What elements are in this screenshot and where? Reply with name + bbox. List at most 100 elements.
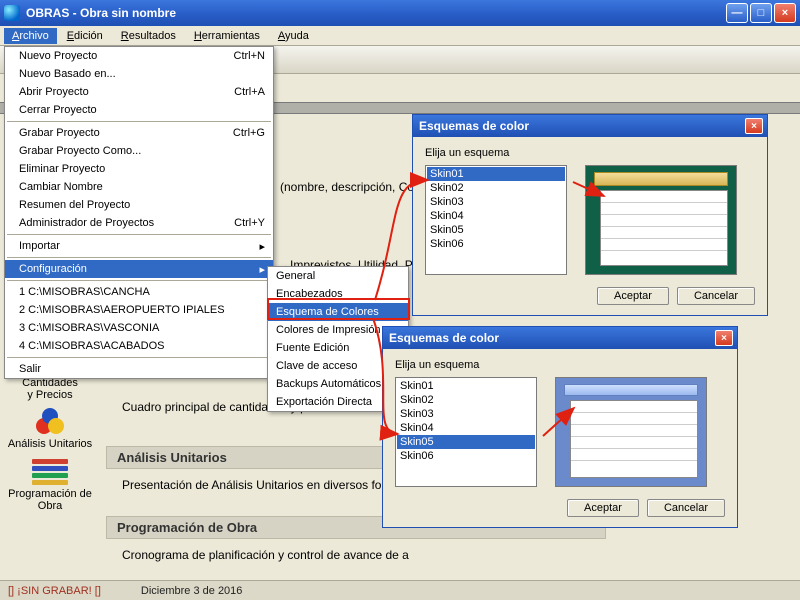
menu-herramientas[interactable]: Herramientas bbox=[186, 28, 268, 44]
scheme-option[interactable]: Skin01 bbox=[427, 167, 565, 181]
scheme-option[interactable]: Skin05 bbox=[427, 223, 565, 237]
menu-shortcut: Ctrl+Y bbox=[234, 217, 265, 229]
status-warning: [] ¡SIN GRABAR! [] bbox=[8, 585, 101, 597]
scheme-preview bbox=[555, 377, 707, 487]
scheme-option[interactable]: Skin04 bbox=[427, 209, 565, 223]
menu-item[interactable]: Administrador de ProyectosCtrl+Y bbox=[5, 214, 273, 232]
menu-item-label: Abrir Proyecto bbox=[19, 86, 234, 98]
dialog-title: Esquemas de color bbox=[417, 119, 745, 133]
dialog-title: Esquemas de color bbox=[387, 331, 715, 345]
menu-item[interactable]: 2 C:\MISOBRAS\AEROPUERTO IPIALES bbox=[5, 301, 273, 319]
balls-icon bbox=[32, 408, 68, 436]
scheme-option[interactable]: Skin02 bbox=[427, 181, 565, 195]
scheme-preview bbox=[585, 165, 737, 275]
menu-ayuda[interactable]: Ayuda bbox=[270, 28, 317, 44]
menu-item[interactable]: Grabar ProyectoCtrl+G bbox=[5, 124, 273, 142]
color-scheme-dialog-2: Esquemas de color × Elija un esquema Ski… bbox=[382, 326, 738, 528]
menu-item[interactable]: Nuevo ProyectoCtrl+N bbox=[5, 47, 273, 65]
dialog-titlebar: Esquemas de color × bbox=[383, 327, 737, 349]
status-bar: [] ¡SIN GRABAR! [] Diciembre 3 de 2016 bbox=[0, 580, 800, 600]
menu-item-label: 2 C:\MISOBRAS\AEROPUERTO IPIALES bbox=[19, 304, 265, 316]
menu-item[interactable]: Configuración▸ bbox=[5, 260, 273, 278]
menu-item[interactable]: Cambiar Nombre bbox=[5, 178, 273, 196]
section-body: Cronograma de planificación y control de… bbox=[122, 548, 409, 562]
scheme-listbox[interactable]: Skin01Skin02Skin03Skin04Skin05Skin06 bbox=[395, 377, 537, 487]
menu-item[interactable]: Nuevo Basado en... bbox=[5, 65, 273, 83]
menu-item-label: Salir bbox=[19, 363, 265, 375]
scheme-option[interactable]: Skin04 bbox=[397, 421, 535, 435]
menu-edición[interactable]: Edición bbox=[59, 28, 111, 44]
menu-item-label: Importar bbox=[19, 240, 259, 252]
menu-item-label: Configuración bbox=[19, 263, 259, 275]
menu-separator bbox=[7, 357, 271, 358]
window-title: OBRAS - Obra sin nombre bbox=[26, 6, 726, 20]
accept-button[interactable]: Aceptar bbox=[567, 499, 639, 517]
menu-item-label: Nuevo Basado en... bbox=[19, 68, 265, 80]
submenu-arrow-icon: ▸ bbox=[259, 263, 265, 276]
sidebar-item-analisis[interactable]: Análisis Unitarios bbox=[2, 406, 98, 456]
submenu-item[interactable]: Encabezados bbox=[268, 285, 408, 303]
menu-item[interactable]: Eliminar Proyecto bbox=[5, 160, 273, 178]
menu-item[interactable]: Grabar Proyecto Como... bbox=[5, 142, 273, 160]
menu-item-label: Cambiar Nombre bbox=[19, 181, 265, 193]
menu-item-label: Cerrar Proyecto bbox=[19, 104, 265, 116]
maximize-button[interactable]: □ bbox=[750, 3, 772, 23]
menu-item[interactable]: 4 C:\MISOBRAS\ACABADOS bbox=[5, 337, 273, 355]
file-menu-dropdown: Nuevo ProyectoCtrl+N Nuevo Basado en... Ab… bbox=[4, 46, 274, 379]
menu-resultados[interactable]: Resultados bbox=[113, 28, 184, 44]
scheme-option[interactable]: Skin03 bbox=[427, 195, 565, 209]
window-titlebar: OBRAS - Obra sin nombre — □ × bbox=[0, 0, 800, 26]
dialog-titlebar: Esquemas de color × bbox=[413, 115, 767, 137]
menu-bar: ArchivoEdiciónResultadosHerramientasAyud… bbox=[0, 26, 800, 46]
menu-item[interactable]: Salir bbox=[5, 360, 273, 378]
sidebar-item-label: Programación de Obra bbox=[2, 488, 98, 512]
cancel-button[interactable]: Cancelar bbox=[647, 499, 725, 517]
scheme-listbox[interactable]: Skin01Skin02Skin03Skin04Skin05Skin06 bbox=[425, 165, 567, 275]
scheme-option[interactable]: Skin03 bbox=[397, 407, 535, 421]
dialog-prompt: Elija un esquema bbox=[395, 359, 725, 371]
menu-shortcut: Ctrl+A bbox=[234, 86, 265, 98]
submenu-item[interactable]: Esquema de Colores bbox=[268, 303, 408, 321]
menu-item[interactable]: Abrir ProyectoCtrl+A bbox=[5, 83, 273, 101]
submenu-item[interactable]: General bbox=[268, 267, 408, 285]
minimize-button[interactable]: — bbox=[726, 3, 748, 23]
sidebar-item-programacion[interactable]: Programación de Obra bbox=[2, 456, 98, 518]
submenu-arrow-icon: ▸ bbox=[259, 240, 265, 253]
menu-item-label: Administrador de Proyectos bbox=[19, 217, 234, 229]
menu-item[interactable]: Resumen del Proyecto bbox=[5, 196, 273, 214]
scheme-option[interactable]: Skin06 bbox=[427, 237, 565, 251]
menu-archivo[interactable]: Archivo bbox=[4, 28, 57, 44]
menu-item-label: Resumen del Proyecto bbox=[19, 199, 265, 211]
section-body: Presentación de Análisis Unitarios en di… bbox=[122, 478, 412, 492]
menu-shortcut: Ctrl+N bbox=[234, 50, 265, 62]
menu-item[interactable]: 3 C:\MISOBRAS\VASCONIA bbox=[5, 319, 273, 337]
close-button[interactable]: × bbox=[774, 3, 796, 23]
menu-item[interactable]: 1 C:\MISOBRAS\CANCHA bbox=[5, 283, 273, 301]
app-icon bbox=[4, 5, 20, 21]
scheme-option[interactable]: Skin05 bbox=[397, 435, 535, 449]
menu-item-label: 3 C:\MISOBRAS\VASCONIA bbox=[19, 322, 265, 334]
menu-shortcut: Ctrl+G bbox=[233, 127, 265, 139]
accept-button[interactable]: Aceptar bbox=[597, 287, 669, 305]
menu-separator bbox=[7, 280, 271, 281]
sidebar-item-label: Cantidadesy Precios bbox=[8, 377, 92, 401]
scheme-option[interactable]: Skin06 bbox=[397, 449, 535, 463]
scheme-option[interactable]: Skin01 bbox=[397, 379, 535, 393]
side-nav: Análisis Unitarios Programación de Obra bbox=[2, 406, 98, 518]
menu-item-label: Eliminar Proyecto bbox=[19, 163, 265, 175]
window-buttons: — □ × bbox=[726, 3, 796, 23]
menu-item-label: Grabar Proyecto Como... bbox=[19, 145, 265, 157]
menu-separator bbox=[7, 121, 271, 122]
menu-item[interactable]: Cerrar Proyecto bbox=[5, 101, 273, 119]
cancel-button[interactable]: Cancelar bbox=[677, 287, 755, 305]
scheme-option[interactable]: Skin02 bbox=[397, 393, 535, 407]
dialog-close-button[interactable]: × bbox=[715, 330, 733, 346]
dialog-close-button[interactable]: × bbox=[745, 118, 763, 134]
color-scheme-dialog-1: Esquemas de color × Elija un esquema Ski… bbox=[412, 114, 768, 316]
menu-item[interactable]: Importar▸ bbox=[5, 237, 273, 255]
books-icon bbox=[32, 458, 68, 486]
dialog-prompt: Elija un esquema bbox=[425, 147, 755, 159]
menu-item-label: 4 C:\MISOBRAS\ACABADOS bbox=[19, 340, 265, 352]
menu-item-label: 1 C:\MISOBRAS\CANCHA bbox=[19, 286, 265, 298]
sidebar-item-label: Análisis Unitarios bbox=[2, 438, 98, 450]
